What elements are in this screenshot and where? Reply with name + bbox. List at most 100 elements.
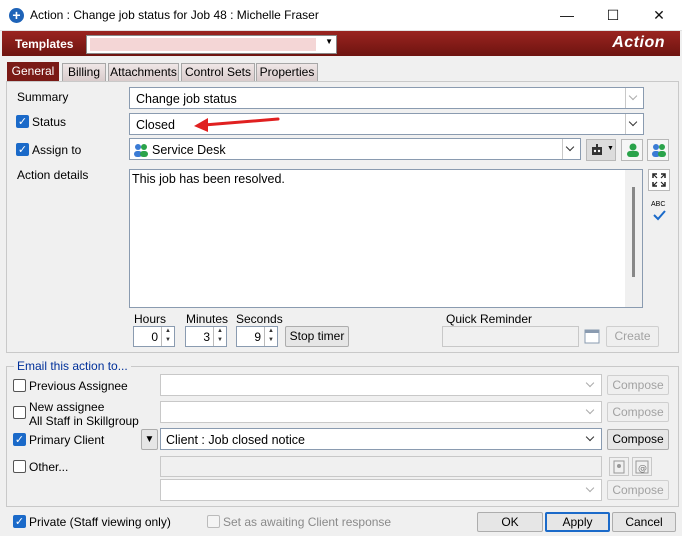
previous-assignee-template [160,374,602,396]
create-button: Create [606,326,659,347]
summary-label: Summary [17,90,69,104]
status-value: Closed [136,118,175,132]
group-icon [134,144,148,157]
compose-previous-button: Compose [607,375,669,395]
calendar-icon [584,329,600,344]
assign-label: Assign to [32,143,82,157]
spinner-arrows-icon[interactable]: ▲ ▼ [161,327,174,346]
compose-new-assignee-button: Compose [607,402,669,422]
apply-button[interactable]: Apply [545,512,610,532]
expand-button[interactable] [648,169,670,191]
other-label: Other... [29,460,69,474]
filter-button[interactable]: ▼ [141,429,158,450]
robot-dropdown-icon: ▼ [607,145,614,152]
seconds-label: Seconds [236,312,283,326]
previous-assignee-label: Previous Assignee [29,379,128,393]
previous-assignee-checkbox[interactable] [13,379,26,392]
spinner-arrows-icon[interactable]: ▲ ▼ [264,327,277,346]
minutes-label: Minutes [186,312,229,326]
new-assignee-sublabel: All Staff in Skillgroup [29,414,139,428]
email-address-button: @ [632,457,652,476]
compose-primary-button[interactable]: Compose [607,429,669,450]
check-icon [653,210,666,221]
quick-reminder-label: Quick Reminder [446,312,533,326]
other-template [160,479,602,501]
ok-button[interactable]: OK [477,512,543,532]
chevron-down-icon [625,114,643,134]
hours-stepper[interactable]: 0 ▲ ▼ [133,326,175,347]
spellcheck-label: ABC [651,201,666,208]
close-button[interactable]: ✕ [636,0,682,31]
tab-properties[interactable]: Properties [256,63,318,81]
other-checkbox[interactable] [13,460,26,473]
new-assignee-checkbox[interactable] [13,406,26,419]
templates-dropdown[interactable]: ▼ [86,35,337,54]
at-sign-icon: @ [635,460,649,474]
spellcheck-button[interactable]: ABC [649,200,669,224]
chevron-down-icon [583,429,601,449]
assign-group-button[interactable] [647,139,669,161]
spinner-arrows-icon[interactable]: ▲ ▼ [213,327,226,346]
robot-assign-button[interactable]: ▼ [586,139,616,161]
scrollbar-thumb[interactable] [632,187,635,277]
tab-general[interactable]: General [7,62,59,81]
assign-user-button[interactable] [621,139,643,161]
status-checkbox[interactable] [16,115,29,128]
address-book-button [609,457,629,476]
primary-client-template[interactable]: Client : Job closed notice [160,428,602,450]
chevron-down-icon [583,402,601,422]
cancel-button[interactable]: Cancel [612,512,676,532]
user-icon [627,143,639,157]
tab-attachments[interactable]: Attachments [108,63,179,81]
minutes-value: 3 [203,330,210,344]
templates-bar: Templates ▼ Action [2,31,680,56]
expand-icon [652,173,666,187]
primary-client-checkbox[interactable] [13,433,26,446]
hours-label: Hours [134,312,167,326]
compose-other-button: Compose [607,480,669,500]
action-details-label: Action details [17,168,89,182]
action-heading: Action [612,34,665,51]
new-assignee-label: New assignee [29,400,105,414]
stop-timer-button[interactable]: Stop timer [285,326,349,347]
window-title: Action : Change job status for Job 48 : … [30,8,319,22]
red-arrow-annotation-icon [194,117,280,132]
tab-control-sets[interactable]: Control Sets [181,63,255,81]
private-checkbox[interactable] [13,515,26,528]
quick-reminder-field [442,326,579,347]
templates-dropdown-value [90,38,316,51]
tab-billing[interactable]: Billing [62,63,106,81]
chevron-down-icon [583,480,601,500]
assign-value: Service Desk [152,143,226,157]
templates-label: Templates [15,37,74,51]
maximize-button[interactable]: ☐ [590,0,636,31]
summary-dropdown[interactable]: Change job status [129,87,644,109]
awaiting-client-label: Set as awaiting Client response [223,515,392,529]
assign-checkbox[interactable] [16,143,29,156]
other-address-field [160,456,602,477]
robot-icon [592,144,602,155]
hours-value: 0 [151,330,158,344]
app-plus-icon: + [9,8,24,23]
chevron-down-icon [583,375,601,395]
dropdown-arrow-icon: ▼ [325,37,333,46]
svg-text:@: @ [638,464,647,474]
action-details-text: This job has been resolved. [132,172,285,186]
address-book-icon [613,460,625,474]
primary-client-label: Primary Client [29,433,105,447]
email-legend: Email this action to... [14,359,131,373]
awaiting-client-checkbox [207,515,220,528]
group-icon [652,144,666,157]
seconds-value: 9 [254,330,261,344]
assign-dropdown[interactable]: Service Desk [129,138,581,160]
chevron-down-icon [562,139,580,159]
action-details-textarea[interactable]: This job has been resolved. [129,169,643,308]
chevron-down-icon [625,88,643,108]
private-label: Private (Staff viewing only) [29,515,171,529]
summary-value: Change job status [136,92,237,106]
calendar-button[interactable] [583,327,601,345]
seconds-stepper[interactable]: 9 ▲ ▼ [236,326,278,347]
minutes-stepper[interactable]: 3 ▲ ▼ [185,326,227,347]
primary-client-template-value: Client : Job closed notice [166,433,305,447]
minimize-button[interactable]: — [544,0,590,31]
